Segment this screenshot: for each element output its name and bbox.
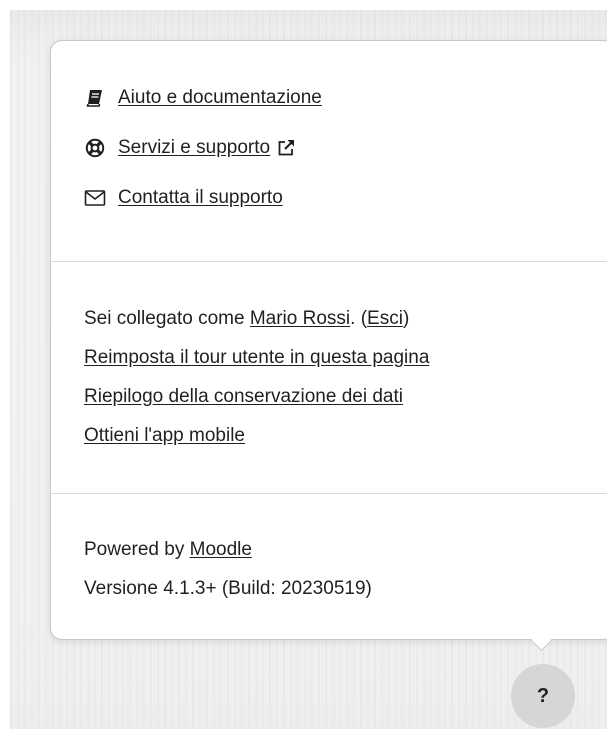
footer-popover: Aiuto e documentazione Servizi e support… [50,40,607,640]
life-ring-icon [84,137,106,159]
logout-separator: . ( [350,308,368,329]
services-link-row[interactable]: Servizi e supporto [84,132,296,164]
powered-by-line: Powered by Moodle [84,535,252,565]
reset-tour-line: Reimposta il tour utente in questa pagin… [84,343,429,373]
powered-by-section: Powered by Moodle Versione 4.1.3+ (Build… [51,493,607,640]
user-info-section: Sei collegato come Mario Rossi. (Esci) R… [51,261,607,494]
external-link-icon [276,138,296,158]
powered-by-prefix: Powered by [84,539,190,560]
logout-close-paren: ) [402,308,410,329]
services-link[interactable]: Servizi e supporto [118,137,270,159]
logged-in-prefix: Sei collegato come [84,308,250,329]
envelope-icon [84,187,106,209]
data-retention-link[interactable]: Riepilogo della conservazione dei dati [84,386,403,407]
contact-link[interactable]: Contatta il supporto [118,187,283,209]
help-button[interactable]: ? [511,664,575,728]
logout-link[interactable]: Esci [367,308,403,329]
moodle-link[interactable]: Moodle [190,539,252,560]
reset-tour-link[interactable]: Reimposta il tour utente in questa pagin… [84,347,429,368]
mobile-app-line: Ottieni l'app mobile [84,421,245,451]
book-icon [84,87,106,109]
mobile-app-link[interactable]: Ottieni l'app mobile [84,425,245,446]
documentation-link[interactable]: Aiuto e documentazione [118,87,322,109]
help-links-section: Aiuto e documentazione Servizi e support… [51,41,607,261]
data-retention-line: Riepilogo della conservazione dei dati [84,382,403,412]
logged-in-line: Sei collegato come Mario Rossi. (Esci) [84,304,409,334]
contact-link-row[interactable]: Contatta il supporto [84,182,283,214]
user-profile-link[interactable]: Mario Rossi [250,308,350,329]
documentation-link-row[interactable]: Aiuto e documentazione [84,82,322,114]
version-text: Versione 4.1.3+ (Build: 20230519) [84,578,372,599]
